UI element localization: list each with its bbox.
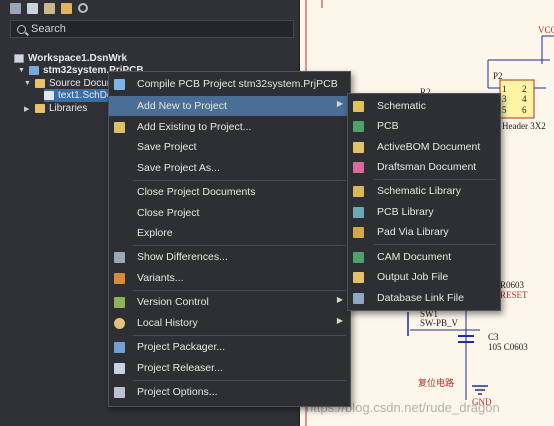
- submenu-database-link-file[interactable]: Database Link File: [348, 288, 500, 308]
- workspace-label: Workspace1.DsnWrk: [28, 53, 128, 64]
- libraries-label: Libraries: [49, 103, 88, 114]
- copy-icon[interactable]: [27, 2, 38, 14]
- menu-close-project-documents[interactable]: Close Project Documents: [109, 182, 350, 202]
- menu-close-project[interactable]: Close Project: [109, 203, 350, 223]
- search-input[interactable]: [31, 23, 271, 35]
- menu-project-options[interactable]: Project Options...: [109, 382, 350, 402]
- chevron-right-icon: ▶: [336, 99, 343, 108]
- menu-add-existing[interactable]: Add Existing to Project...: [109, 117, 350, 137]
- menu-local-history[interactable]: Local History ▶: [109, 313, 350, 333]
- sw-type: SW-PB_V: [420, 318, 459, 328]
- menu-separator: [133, 290, 346, 291]
- activebom-icon: [353, 142, 364, 153]
- menu-save-project-as[interactable]: Save Project As...: [109, 158, 350, 178]
- pin-2: 2: [522, 84, 527, 94]
- folder-icon: [35, 79, 45, 88]
- circuit-caption: 复位电路: [418, 378, 455, 388]
- schematic-icon: [353, 101, 364, 112]
- gear-icon[interactable]: [78, 3, 88, 13]
- pad-via-library-icon: [353, 227, 364, 238]
- menu-version-control[interactable]: Version Control ▶: [109, 292, 350, 312]
- reset-net-label: RESET: [500, 290, 528, 300]
- folder-icon[interactable]: [61, 2, 72, 14]
- packager-icon: [114, 342, 125, 353]
- open-icon[interactable]: [44, 2, 55, 14]
- search-box[interactable]: [10, 20, 294, 38]
- menu-show-differences[interactable]: Show Differences...: [109, 247, 350, 267]
- p2-designator: P2: [493, 71, 503, 81]
- menu-separator: [133, 245, 346, 246]
- submenu-pad-via-library[interactable]: Pad Via Library: [348, 222, 500, 242]
- menu-project-releaser[interactable]: Project Releaser...: [109, 358, 350, 378]
- expand-arrow-icon[interactable]: ▶: [24, 105, 31, 113]
- pin-1: 1: [502, 84, 507, 94]
- save-icon[interactable]: [10, 2, 21, 14]
- menu-variants[interactable]: Variants...: [109, 268, 350, 288]
- collapse-arrow-icon[interactable]: ▼: [24, 80, 31, 87]
- pcb-icon: [353, 121, 364, 132]
- workspace-icon: [14, 54, 24, 63]
- panel-toolbar: [0, 0, 299, 16]
- pin-5: 5: [502, 105, 507, 115]
- menu-save-project[interactable]: Save Project: [109, 137, 350, 157]
- cam-icon: [353, 252, 364, 263]
- schematic-doc-icon: [44, 91, 54, 100]
- search-icon: [17, 24, 26, 34]
- submenu-output-job-file[interactable]: Output Job File: [348, 267, 500, 287]
- submenu-activebom[interactable]: ActiveBOM Document: [348, 137, 500, 157]
- output-job-icon: [353, 272, 364, 283]
- pin-4: 4: [522, 94, 527, 104]
- releaser-icon: [114, 363, 125, 374]
- draftsman-icon: [353, 162, 364, 173]
- menu-add-new-to-project[interactable]: Add New to Project ▶: [109, 96, 350, 116]
- version-control-icon: [114, 297, 125, 308]
- menu-compile-project[interactable]: Compile PCB Project stm32system.PrjPCB: [109, 74, 350, 94]
- menu-project-packager[interactable]: Project Packager...: [109, 337, 350, 357]
- submenu-schematic[interactable]: Schematic: [348, 96, 500, 116]
- add-new-submenu: Schematic PCB ActiveBOM Document Draftsm…: [347, 93, 501, 311]
- submenu-schematic-library[interactable]: Schematic Library: [348, 181, 500, 201]
- chevron-right-icon: ▶: [336, 316, 343, 325]
- menu-separator: [133, 180, 346, 181]
- variants-icon: [114, 273, 125, 284]
- menu-explore[interactable]: Explore: [109, 223, 350, 243]
- submenu-draftsman[interactable]: Draftsman Document: [348, 157, 500, 177]
- database-link-icon: [353, 293, 364, 304]
- pin-3: 3: [502, 94, 507, 104]
- menu-separator: [374, 244, 496, 245]
- options-icon: [114, 387, 125, 398]
- pin-6: 6: [522, 105, 527, 115]
- folder-icon: [35, 104, 45, 113]
- c3-designator: C3: [488, 332, 499, 342]
- project-icon: [29, 66, 39, 75]
- menu-separator: [374, 179, 496, 180]
- add-existing-icon: [114, 122, 125, 133]
- chevron-right-icon: ▶: [336, 295, 343, 304]
- clock-icon: [114, 318, 125, 329]
- submenu-pcb-library[interactable]: PCB Library: [348, 202, 500, 222]
- pcb-library-icon: [353, 207, 364, 218]
- c3-value: 105 C0603: [488, 342, 528, 352]
- menu-separator: [133, 380, 346, 381]
- differences-icon: [114, 252, 125, 263]
- compile-icon: [114, 79, 125, 90]
- schematic-library-icon: [353, 186, 364, 197]
- collapse-arrow-icon[interactable]: ▼: [18, 67, 25, 74]
- vcc-label: VCC: [538, 25, 554, 35]
- header-label: Header 3X2: [502, 121, 546, 131]
- tree-item-libraries[interactable]: ▶ Libraries: [24, 102, 87, 115]
- r-package: R0603: [500, 280, 525, 290]
- submenu-pcb[interactable]: PCB: [348, 116, 500, 136]
- menu-separator: [133, 335, 346, 336]
- submenu-cam-document[interactable]: CAM Document: [348, 247, 500, 267]
- project-context-menu: Compile PCB Project stm32system.PrjPCB A…: [108, 71, 351, 407]
